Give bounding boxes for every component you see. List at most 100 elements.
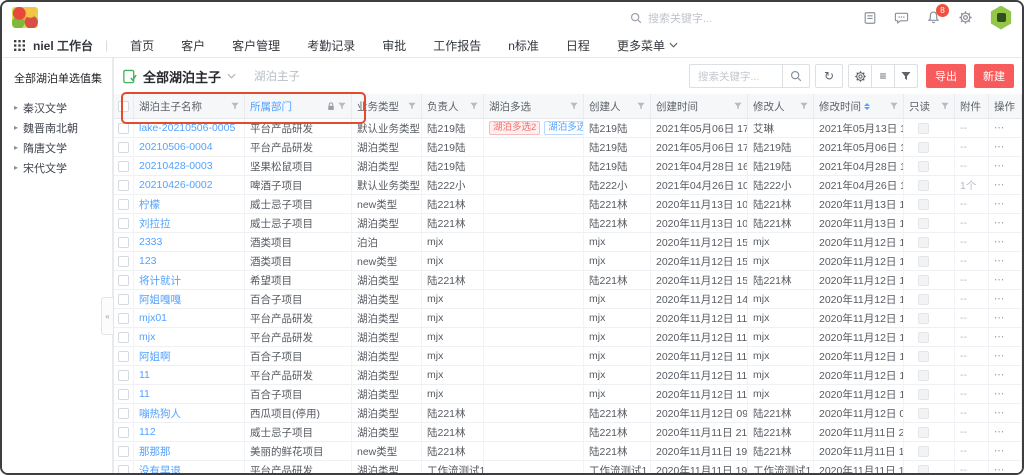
user-avatar[interactable]	[990, 6, 1012, 30]
readonly-checkbox[interactable]	[918, 313, 929, 324]
column-header-created[interactable]: 创建时间	[651, 94, 748, 118]
column-header-dept[interactable]: 所属部门	[245, 94, 352, 118]
row-checkbox[interactable]	[118, 161, 129, 172]
list-view-button[interactable]: ≡	[872, 65, 895, 87]
column-header-actions[interactable]: 操作	[989, 94, 1022, 118]
record-link[interactable]: 20210428-0003	[139, 160, 213, 172]
record-link[interactable]: 那那那	[139, 444, 171, 459]
record-link[interactable]: lake-20210506-0005	[139, 122, 235, 134]
filter-funnel-icon[interactable]	[734, 102, 742, 110]
view-title[interactable]: 全部湖泊主子	[143, 67, 221, 86]
nav-item-4[interactable]: 审批	[382, 37, 406, 54]
row-checkbox[interactable]	[118, 351, 129, 362]
readonly-checkbox[interactable]	[918, 199, 929, 210]
row-checkbox[interactable]	[118, 389, 129, 400]
filter-funnel-icon[interactable]	[637, 102, 645, 110]
column-header-readonly[interactable]: 只读	[904, 94, 955, 118]
app-grid-icon[interactable]	[14, 40, 25, 51]
row-more-actions-icon[interactable]: ⋯	[994, 160, 1006, 172]
column-header-modifier[interactable]: 修改人	[748, 94, 814, 118]
row-more-actions-icon[interactable]: ⋯	[994, 350, 1006, 362]
nav-item-2[interactable]: 客户管理	[232, 37, 280, 54]
nav-item-7[interactable]: 日程	[566, 37, 590, 54]
row-more-actions-icon[interactable]: ⋯	[994, 236, 1006, 248]
row-more-actions-icon[interactable]: ⋯	[994, 369, 1006, 381]
row-more-actions-icon[interactable]: ⋯	[994, 407, 1006, 419]
table-search-button[interactable]	[782, 65, 809, 87]
messages-icon[interactable]	[894, 10, 909, 25]
readonly-checkbox[interactable]	[918, 465, 929, 474]
readonly-checkbox[interactable]	[918, 408, 929, 419]
row-checkbox[interactable]	[118, 313, 129, 324]
filter-funnel-icon[interactable]	[338, 102, 346, 110]
readonly-checkbox[interactable]	[918, 351, 929, 362]
column-header-modified[interactable]: 修改时间	[814, 94, 904, 118]
sidebar-item-0[interactable]: ▸秦汉文学	[14, 98, 112, 118]
row-checkbox[interactable]	[118, 123, 129, 134]
readonly-checkbox[interactable]	[918, 294, 929, 305]
select-all-checkbox[interactable]	[118, 101, 129, 112]
record-link[interactable]: 嘣热狗人	[139, 406, 181, 421]
readonly-checkbox[interactable]	[918, 446, 929, 457]
row-checkbox[interactable]	[118, 465, 129, 474]
app-logo[interactable]	[12, 7, 38, 28]
nav-item-1[interactable]: 客户	[181, 37, 205, 54]
column-header-owner[interactable]: 负责人	[422, 94, 484, 118]
nav-item-0[interactable]: 首页	[130, 37, 154, 54]
readonly-checkbox[interactable]	[918, 218, 929, 229]
record-link[interactable]: 11	[139, 388, 150, 400]
global-search[interactable]: 搜索关键字...	[630, 2, 712, 33]
record-link[interactable]: 阿姐啊	[139, 349, 171, 364]
readonly-checkbox[interactable]	[918, 180, 929, 191]
sidebar-item-1[interactable]: ▸魏晋南北朝	[14, 118, 112, 138]
row-more-actions-icon[interactable]: ⋯	[994, 179, 1006, 191]
filter-funnel-icon[interactable]	[570, 102, 578, 110]
sidebar-collapse-handle[interactable]: «	[101, 297, 114, 335]
row-more-actions-icon[interactable]: ⋯	[994, 255, 1006, 267]
sidebar-item-2[interactable]: ▸隋唐文学	[14, 138, 112, 158]
multi-select-tag[interactable]: 湖泊多选1	[544, 121, 584, 135]
header-select-all[interactable]	[114, 94, 134, 118]
row-more-actions-icon[interactable]: ⋯	[994, 274, 1006, 286]
row-checkbox[interactable]	[118, 256, 129, 267]
record-link[interactable]: 123	[139, 255, 157, 267]
record-link[interactable]: mjx	[139, 331, 155, 343]
readonly-checkbox[interactable]	[918, 427, 929, 438]
row-more-actions-icon[interactable]: ⋯	[994, 198, 1006, 210]
row-checkbox[interactable]	[118, 332, 129, 343]
row-more-actions-icon[interactable]: ⋯	[994, 141, 1006, 153]
table-settings-button[interactable]	[849, 65, 872, 87]
chevron-down-icon[interactable]	[227, 73, 236, 79]
record-link[interactable]: 2333	[139, 236, 162, 248]
row-checkbox[interactable]	[118, 142, 129, 153]
column-header-type[interactable]: 业务类型	[352, 94, 422, 118]
row-checkbox[interactable]	[118, 370, 129, 381]
table-search-input[interactable]: 搜索关键字...	[689, 64, 810, 88]
workspace-label[interactable]: niel 工作台	[33, 37, 93, 54]
multi-select-tag[interactable]: 湖泊多选2	[489, 121, 540, 135]
filter-funnel-icon[interactable]	[408, 102, 416, 110]
record-link[interactable]: mjx01	[139, 312, 167, 324]
record-link[interactable]: 没有早退	[139, 463, 181, 474]
row-checkbox[interactable]	[118, 180, 129, 191]
readonly-checkbox[interactable]	[918, 389, 929, 400]
sidebar-item-3[interactable]: ▸宋代文学	[14, 158, 112, 178]
row-checkbox[interactable]	[118, 237, 129, 248]
filter-funnel-icon[interactable]	[231, 102, 239, 110]
create-button[interactable]: 新建	[974, 64, 1014, 88]
readonly-checkbox[interactable]	[918, 161, 929, 172]
row-more-actions-icon[interactable]: ⋯	[994, 388, 1006, 400]
filter-funnel-icon[interactable]	[941, 102, 949, 110]
row-checkbox[interactable]	[118, 218, 129, 229]
filter-funnel-icon[interactable]	[470, 102, 478, 110]
row-more-actions-icon[interactable]: ⋯	[994, 331, 1006, 343]
column-header-creator[interactable]: 创建人	[584, 94, 651, 118]
record-link[interactable]: 11	[139, 369, 150, 381]
row-more-actions-icon[interactable]: ⋯	[994, 312, 1006, 324]
readonly-checkbox[interactable]	[918, 275, 929, 286]
row-checkbox[interactable]	[118, 427, 129, 438]
row-more-actions-icon[interactable]: ⋯	[994, 293, 1006, 305]
row-more-actions-icon[interactable]: ⋯	[994, 464, 1006, 473]
column-header-multi[interactable]: 湖泊多选	[484, 94, 584, 118]
readonly-checkbox[interactable]	[918, 237, 929, 248]
